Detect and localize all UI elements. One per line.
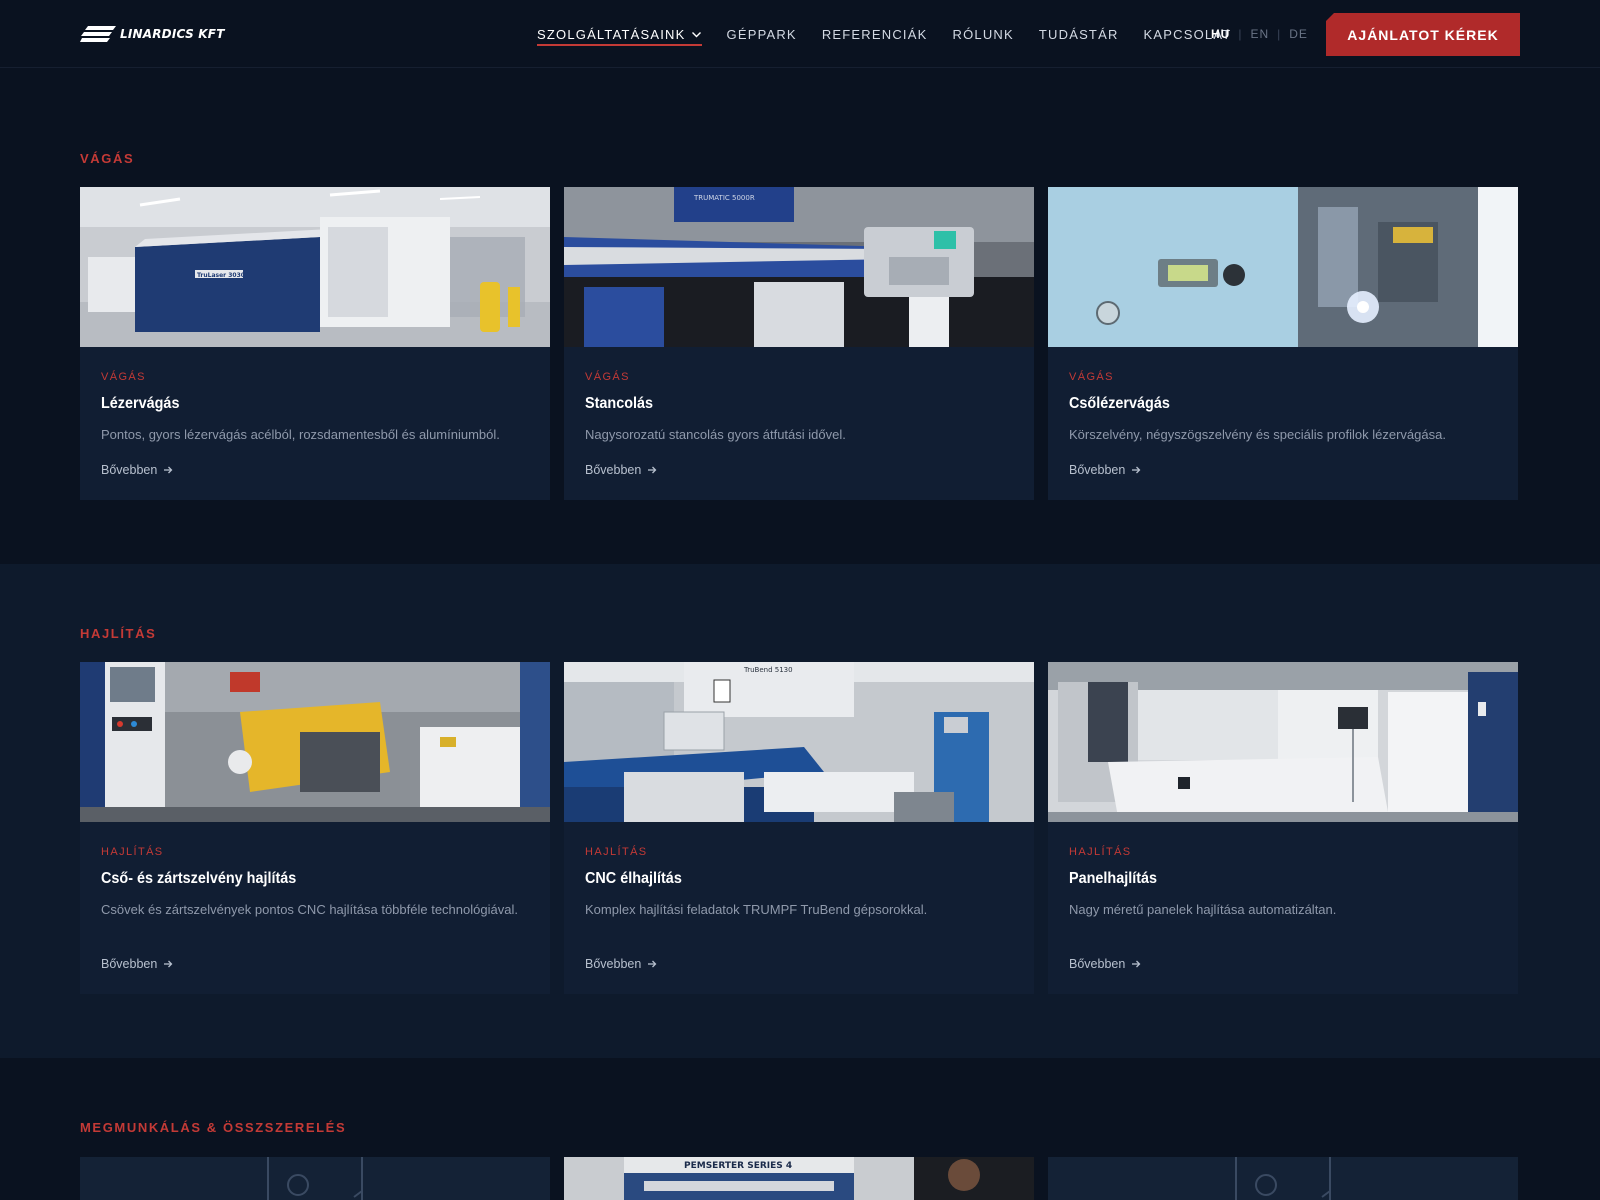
machine-label: TruBend 5130 (743, 666, 793, 674)
service-card-stancolas[interactable]: TRUMATIC 5000R VÁGÁS Stancolás Nagysoroz… (564, 187, 1034, 500)
service-card-panelhajlitas[interactable]: HAJLÍTÁS Panelhajlítás Nagy méretű panel… (1048, 662, 1518, 994)
machine-label: TruLaser 3030 (197, 272, 245, 279)
chevron-down-icon (691, 32, 701, 38)
lang-de[interactable]: DE (1289, 27, 1308, 41)
card-category: HAJLÍTÁS (585, 846, 648, 858)
nav-item-tudastar[interactable]: TUDÁSTÁR (1039, 0, 1119, 68)
logo-stripes-icon (80, 26, 116, 42)
machine-label: TRUMATIC 5000R (693, 194, 755, 202)
service-card-placeholder-2[interactable] (1048, 1157, 1518, 1200)
read-more-link[interactable]: Bővebben (101, 957, 173, 971)
link-label: Bővebben (585, 957, 642, 971)
card-image-laser-machine: TruLaser 3030 (80, 187, 550, 347)
request-quote-button[interactable]: AJÁNLATOT KÉREK (1326, 13, 1520, 56)
site-header: LINARDICS KFT SZOLGÁLTATÁSAINK GÉPPARK R… (0, 0, 1600, 68)
arrow-right-icon (164, 960, 173, 968)
read-more-link[interactable]: Bővebben (1069, 463, 1141, 477)
logo[interactable]: LINARDICS KFT (80, 24, 225, 44)
card-grid: PEMSERTER SERIES 4 (80, 1157, 1518, 1200)
service-card-cnc-elhajlitas[interactable]: TruBend 5130 HAJLÍTÁS CNC élhajlítás Kom… (564, 662, 1034, 994)
card-title: Lézervágás (101, 395, 180, 412)
card-title: Stancolás (585, 395, 654, 412)
arrow-right-icon (1132, 960, 1141, 968)
card-image-punching-machine: TRUMATIC 5000R (564, 187, 1034, 347)
nav-item-label: TUDÁSTÁR (1038, 26, 1119, 42)
card-title: CNC élhajlítás (585, 870, 682, 887)
nav-item-label: GÉPPARK (726, 26, 797, 42)
section-title: MEGMUNKÁLÁS & ÖSSZSZERELÉS (80, 1120, 347, 1135)
link-label: Bővebben (101, 957, 158, 971)
link-label: Bővebben (1069, 957, 1126, 971)
service-card-lezervagas[interactable]: TruLaser 3030 VÁGÁS Lézervágás Pontos, g… (80, 187, 550, 500)
arrow-right-icon (1132, 466, 1141, 474)
link-label: Bővebben (585, 463, 642, 477)
nav-item-label: REFERENCIÁK (821, 26, 928, 42)
card-description: Körszelvény, négyszögszelvény és speciál… (1069, 427, 1446, 442)
nav-item-rolunk[interactable]: RÓLUNK (952, 0, 1013, 68)
card-grid: HAJLÍTÁS Cső- és zártszelvény hajlítás C… (80, 662, 1518, 994)
nav-item-geppark[interactable]: GÉPPARK (727, 0, 797, 68)
read-more-link[interactable]: Bővebben (101, 463, 173, 477)
section-vagas: VÁGÁS TruLaser 3030 VÁGÁS Lézervágás Pon… (0, 68, 1600, 564)
card-image-placeholder (1048, 1157, 1518, 1200)
card-title: Panelhajlítás (1069, 870, 1158, 887)
card-image-panel-bender (1048, 662, 1518, 822)
nav-item-szolgaltatasaink[interactable]: SZOLGÁLTATÁSAINK (537, 0, 702, 68)
card-title: Csőlézervágás (1069, 395, 1170, 412)
card-category: HAJLÍTÁS (101, 846, 164, 858)
link-label: Bővebben (101, 463, 158, 477)
arrow-right-icon (164, 466, 173, 474)
link-label: Bővebben (1069, 463, 1126, 477)
card-image-tube-bender (80, 662, 550, 822)
service-card-cso-hajlitas[interactable]: HAJLÍTÁS Cső- és zártszelvény hajlítás C… (80, 662, 550, 994)
read-more-link[interactable]: Bővebben (1069, 957, 1141, 971)
arrow-right-icon (648, 960, 657, 968)
card-category: VÁGÁS (1069, 371, 1114, 383)
logo-text: LINARDICS KFT (120, 27, 225, 41)
language-switcher: HU | EN | DE (1211, 0, 1308, 68)
card-image-placeholder (80, 1157, 550, 1200)
main-nav: SZOLGÁLTATÁSAINK GÉPPARK REFERENCIÁK RÓL… (537, 0, 1256, 68)
read-more-link[interactable]: Bővebben (585, 463, 657, 477)
section-title: VÁGÁS (80, 151, 135, 166)
section-title: HAJLÍTÁS (80, 626, 157, 641)
service-card-pem-press[interactable]: PEMSERTER SERIES 4 (564, 1157, 1034, 1200)
lang-separator: | (1277, 27, 1282, 41)
card-description: Csövek és zártszelvények pontos CNC hajl… (101, 902, 518, 917)
card-description: Nagy méretű panelek hajlítása automatizá… (1069, 902, 1337, 917)
card-title: Cső- és zártszelvény hajlítás (101, 870, 297, 887)
card-description: Komplex hajlítási feladatok TRUMPF TruBe… (585, 902, 928, 917)
read-more-link[interactable]: Bővebben (585, 957, 657, 971)
card-image-pem-press: PEMSERTER SERIES 4 (564, 1157, 1034, 1200)
nav-item-label: RÓLUNK (952, 26, 1014, 42)
card-description: Nagysorozatú stancolás gyors átfutási id… (585, 427, 846, 442)
lang-en[interactable]: EN (1250, 27, 1269, 41)
machine-label: PEMSERTER SERIES 4 (684, 1161, 792, 1171)
service-card-placeholder-1[interactable] (80, 1157, 550, 1200)
card-category: VÁGÁS (101, 371, 146, 383)
arrow-right-icon (648, 466, 657, 474)
card-image-tube-laser (1048, 187, 1518, 347)
section-hajlitas: HAJLÍTÁS HAJLÍTÁS Cső- és zártszelvény h… (0, 564, 1600, 1058)
card-category: VÁGÁS (585, 371, 630, 383)
lang-hu[interactable]: HU (1211, 27, 1230, 41)
section-megmunkalas: MEGMUNKÁLÁS & ÖSSZSZERELÉS PEMSERTER SER… (0, 1058, 1600, 1200)
lang-separator: | (1238, 27, 1243, 41)
nav-item-label: SZOLGÁLTATÁSAINK (537, 26, 686, 42)
card-description: Pontos, gyors lézervágás acélból, rozsda… (101, 427, 500, 442)
card-category: HAJLÍTÁS (1069, 846, 1132, 858)
card-grid: TruLaser 3030 VÁGÁS Lézervágás Pontos, g… (80, 187, 1518, 500)
card-image-press-brake: TruBend 5130 (564, 662, 1034, 822)
service-card-csolezervagas[interactable]: VÁGÁS Csőlézervágás Körszelvény, négyszö… (1048, 187, 1518, 500)
nav-item-referenciak[interactable]: REFERENCIÁK (822, 0, 928, 68)
